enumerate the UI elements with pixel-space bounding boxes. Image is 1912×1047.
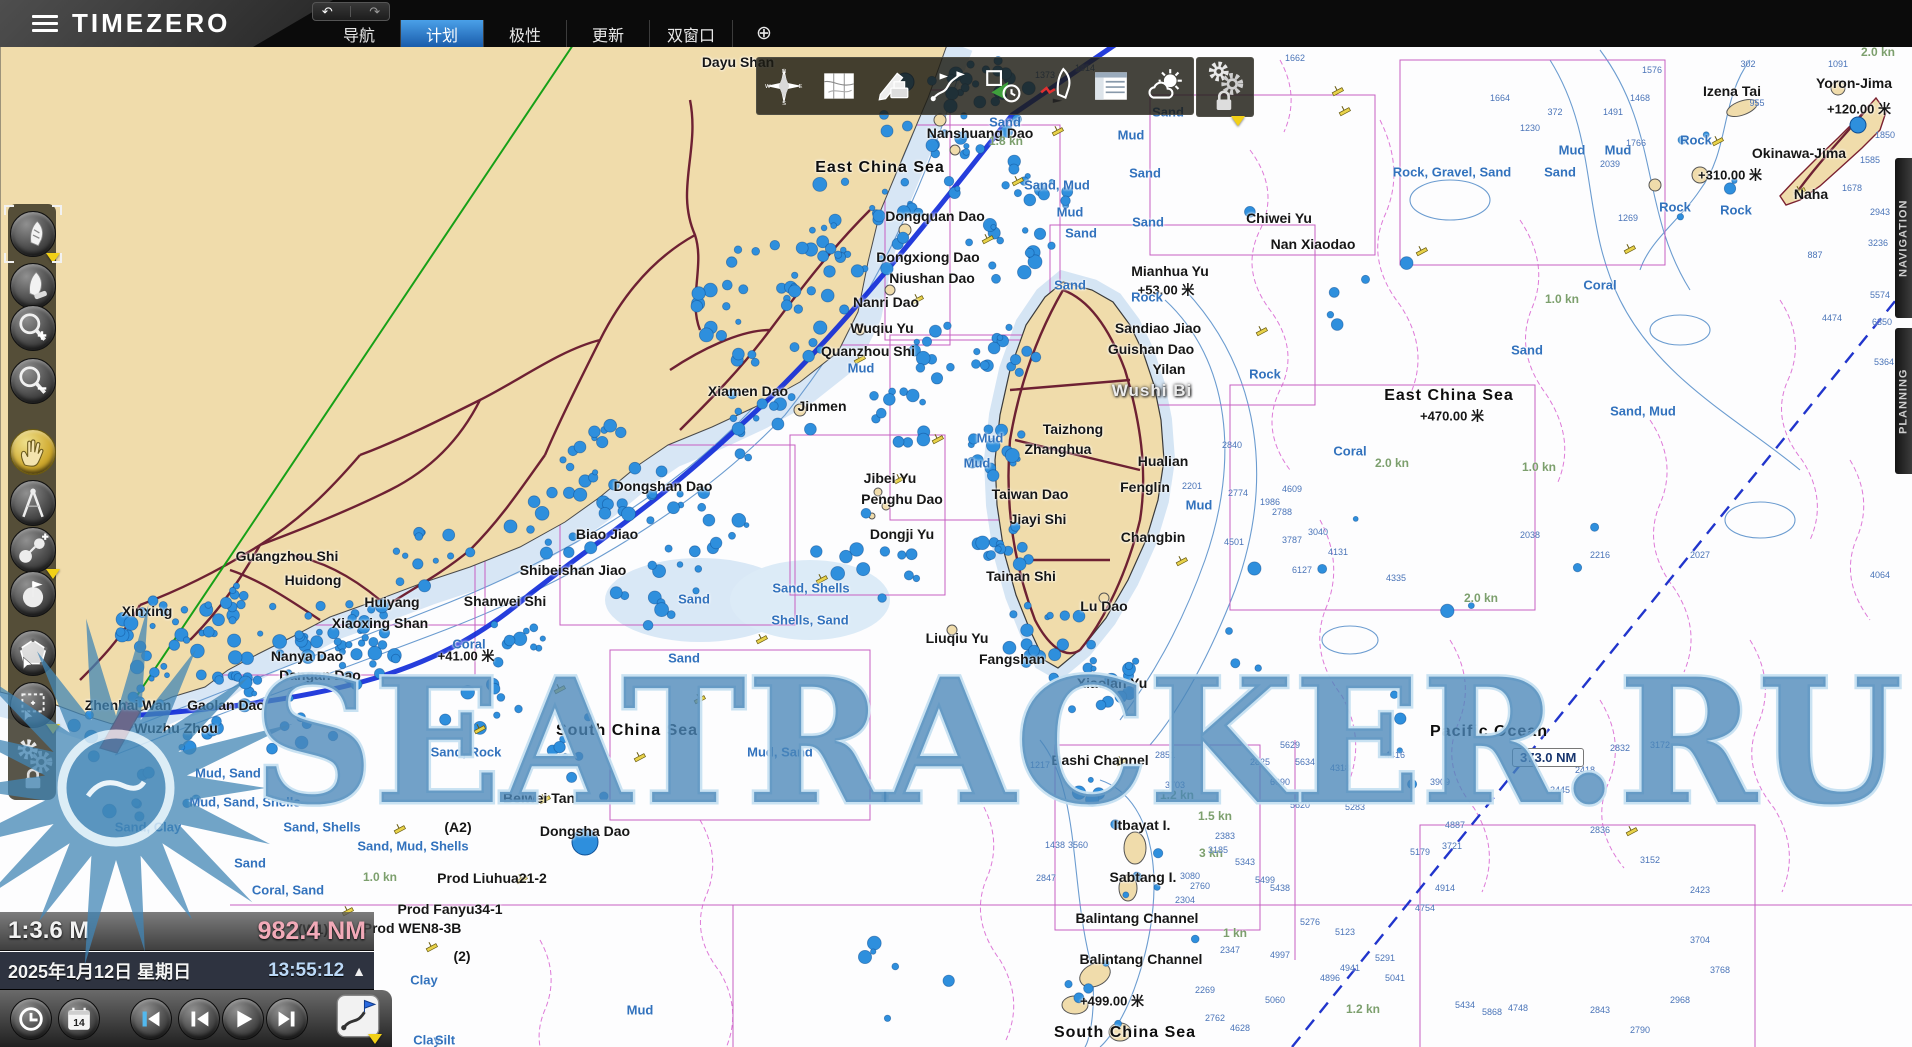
active-route-button[interactable] [336, 996, 380, 1040]
app-logo: TIMEZERO [72, 8, 230, 39]
tools-settings-button[interactable] [12, 732, 56, 794]
current-date: 2025年1月12日 星期日 [8, 958, 191, 984]
insert-waypoint-button[interactable] [10, 527, 56, 573]
skip-to-start-button[interactable] [130, 998, 172, 1040]
vessel-track-button[interactable] [1036, 65, 1078, 107]
undo-redo-group: ↶ ↷ [312, 2, 390, 21]
focus-bracket [52, 205, 62, 215]
landmasses [0, 42, 1886, 1041]
step-back-button[interactable] [178, 998, 220, 1040]
new-workspace-tab[interactable]: ⊕ [732, 20, 795, 47]
focus-bracket [52, 253, 62, 263]
chart-toolbar: N S W E [756, 57, 1194, 115]
svg-text:S: S [782, 101, 786, 105]
svg-text:E: E [799, 84, 803, 90]
top-bar: TIMEZERO ↶ ↷ 导航计划极性更新双窗口⊕ [0, 0, 1912, 47]
area-button[interactable] [10, 630, 56, 676]
tab-双窗口[interactable]: 双窗口 [649, 20, 732, 47]
calendar-button[interactable]: 14 [58, 998, 100, 1040]
focus-bracket [4, 205, 14, 215]
date-time-row: 2025年1月12日 星期日 13:55:12 ▲ [0, 952, 374, 990]
tab-更新[interactable]: 更新 [566, 20, 649, 47]
time-playback-bar: 14 [0, 990, 392, 1047]
center-vessel-button[interactable] [10, 211, 56, 257]
zoom-in-button[interactable] [10, 305, 56, 351]
route-distance-badge: 373.0 NM [1512, 748, 1584, 767]
selection-button[interactable] [10, 682, 56, 728]
toolbar-settings-group[interactable] [1196, 57, 1254, 117]
chart-scale-value: 1:3.6 M [8, 917, 89, 945]
time-stepper-up-icon[interactable]: ▲ [352, 963, 366, 979]
tab-极性[interactable]: 极性 [483, 20, 566, 47]
chart-area[interactable] [0, 0, 1912, 1047]
svg-text:14: 14 [73, 1018, 85, 1029]
time-mode-button[interactable] [10, 998, 52, 1040]
divider [350, 6, 351, 17]
timezero-app: Dayu ShanNanshuang DaoEast China SeaDong… [0, 0, 1912, 1047]
svg-text:W: W [765, 84, 771, 90]
annotate-print-button[interactable] [872, 65, 914, 107]
vessel-options-button[interactable] [10, 263, 56, 309]
chart-selection-button[interactable] [818, 65, 860, 107]
mark-button[interactable] [10, 571, 56, 617]
pan-button[interactable] [10, 429, 56, 475]
redo-icon[interactable]: ↷ [369, 5, 380, 18]
tab-计划[interactable]: 计划 [400, 20, 483, 47]
play-button[interactable] [222, 998, 264, 1040]
step-forward-button[interactable] [266, 998, 308, 1040]
undo-icon[interactable]: ↶ [322, 5, 333, 18]
hamburger-menu-icon[interactable] [32, 11, 58, 36]
route-distance-value: 982.4 NM [258, 917, 366, 946]
compass-orientation-button[interactable]: N S W E [763, 65, 805, 107]
notification-marker [368, 1034, 382, 1044]
left-tool-strip [8, 204, 56, 800]
focus-bracket [4, 253, 14, 263]
workspace-tabs: 导航计划极性更新双窗口⊕ [318, 20, 795, 47]
tab-导航[interactable]: 导航 [318, 20, 400, 47]
zoom-out-button[interactable] [10, 358, 56, 404]
current-time: 13:55:12 [268, 960, 344, 982]
side-tab-navigation[interactable]: NAVIGATION [1895, 158, 1912, 318]
lists-button[interactable] [1090, 65, 1132, 107]
route-planning-button[interactable] [927, 65, 969, 107]
divider-button[interactable] [10, 480, 56, 526]
brand-block: TIMEZERO [0, 0, 333, 47]
scale-distance-row: 1:3.6 M 982.4 NM [0, 912, 374, 951]
svg-text:N: N [782, 69, 786, 75]
simulate-go-button[interactable] [981, 65, 1023, 107]
notification-marker [46, 724, 60, 734]
weather-button[interactable] [1145, 65, 1187, 107]
gears-lock-icon [1203, 59, 1247, 116]
maritime-boundary-line [1292, 295, 1900, 1047]
nautical-chart-canvas [0, 0, 1912, 1047]
side-tab-planning[interactable]: PLANNING [1895, 328, 1912, 474]
notification-marker [1231, 116, 1245, 126]
